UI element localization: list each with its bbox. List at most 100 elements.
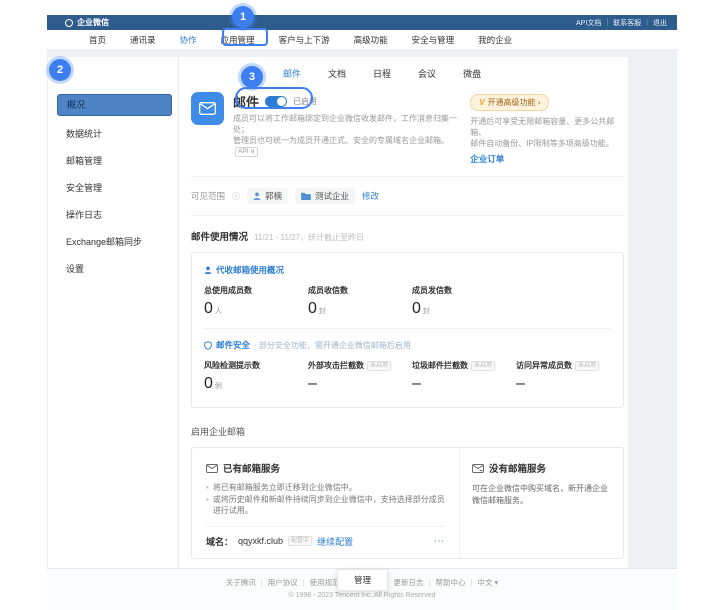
wework-logo[interactable]: 企业微信 [65, 17, 109, 28]
annotation-box-collaboration [222, 28, 268, 46]
stat-unit: 封 [319, 308, 326, 315]
sidebar: 概况 数据统计 邮箱管理 安全管理 操作日志 Exchange邮箱同步 设置 [48, 57, 178, 568]
nav-home[interactable]: 首页 [89, 34, 106, 46]
stat-value: 0 [204, 375, 213, 392]
department-name: 测试企业 [315, 190, 349, 202]
tab-calendar[interactable]: 日程 [373, 67, 391, 80]
stat-value: – [516, 375, 525, 392]
no-mailbox-panel: 没有邮箱服务 可在企业微信中购买域名，新开通企业微信邮箱服务。 [460, 448, 623, 558]
sidebar-item-statistics[interactable]: 数据统计 [48, 121, 178, 148]
stat-label: 成员收信数 [308, 285, 348, 296]
member-chip: 郭楠 [247, 188, 288, 204]
bullet-text: 将已有邮箱服务立即迁移到企业微信中。 [213, 482, 357, 494]
stat-abnormal-access: 访问异常成员数未启用 – [516, 360, 611, 393]
collect-usage-header: 代收邮箱使用概况 [204, 264, 611, 276]
logo-text: 企业微信 [77, 17, 109, 28]
contact-support-link[interactable]: 联系客服 [613, 18, 641, 28]
vip-icon: V [479, 98, 484, 107]
stat-value: 0 [308, 300, 317, 317]
footer-link-help[interactable]: 帮助中心 [435, 577, 472, 588]
nav-customers[interactable]: 客户与上下游 [279, 34, 330, 46]
usage-stats-card: 代收邮箱使用概况 总使用成员数 0人 成员收信数 0封 [191, 252, 624, 408]
sidebar-item-operation-log[interactable]: 操作日志 [48, 202, 178, 229]
footer-link-changelog[interactable]: 更新日志 [394, 577, 431, 588]
bullet-dot: • [206, 494, 209, 517]
premium-desc-line1: 开通后可享受无限邮箱容量、更多公共邮箱、 [470, 117, 614, 137]
tab-drive[interactable]: 微盘 [463, 67, 481, 80]
sidebar-item-exchange-sync[interactable]: Exchange邮箱同步 [48, 229, 178, 256]
domain-label: 域名： [206, 535, 233, 548]
main-panel: 概况 数据统计 邮箱管理 安全管理 操作日志 Exchange邮箱同步 设置 邮… [48, 57, 628, 568]
footer-link-language[interactable]: 中文 ▾ [477, 577, 498, 588]
stat-value: 0 [204, 300, 213, 317]
tab-mail[interactable]: 邮件 [283, 67, 301, 80]
department-chip: 测试企业 [295, 188, 355, 204]
footer-link-agreement[interactable]: 用户协议 [268, 577, 305, 588]
divider [204, 328, 611, 329]
mail-security-header: 邮件安全 · 部分安全功能，需开通企业微信邮箱后启用 [204, 339, 611, 351]
no-mailbox-icon [472, 464, 484, 473]
mail-security-title: 邮件安全 [216, 339, 250, 351]
premium-desc-line2: 邮件自动备份、IP限制等多项高级功能。 [470, 139, 614, 148]
collect-stats-row: 总使用成员数 0人 成员收信数 0封 成员发信数 0封 [204, 285, 611, 318]
premium-promo: V 开通高级功能 › 开通后可享受无限邮箱容量、更多公共邮箱、 邮件自动备份、I… [470, 92, 624, 165]
manage-popup-item[interactable]: 管理 [337, 569, 388, 591]
no-mailbox-description: 可在企业微信中购买域名，新开通企业微信邮箱服务。 [472, 483, 611, 506]
info-icon[interactable]: ⓘ [232, 191, 240, 202]
premium-badge-label: 开通高级功能 › [488, 97, 541, 108]
stat-total-members: 总使用成员数 0人 [204, 285, 308, 318]
logout-link[interactable]: 退出 [653, 18, 667, 28]
edit-visible-range-link[interactable]: 修改 [362, 190, 379, 202]
stat-sent-mails: 成员发信数 0封 [412, 285, 611, 318]
topbar: 企业微信 API文档| 联系客服| 退出 [47, 15, 677, 30]
premium-upgrade-button[interactable]: V 开通高级功能 › [470, 94, 549, 111]
tab-meeting[interactable]: 会议 [418, 67, 436, 80]
sidebar-item-mailbox-management[interactable]: 邮箱管理 [48, 148, 178, 175]
api-dropdown-badge[interactable]: API ∨ [235, 147, 258, 157]
existing-mailbox-title: 已有邮箱服务 [223, 461, 280, 475]
more-options-button[interactable]: ⋯ [434, 536, 445, 547]
enterprise-order-link[interactable]: 企业订单 [470, 153, 624, 165]
stat-value: – [412, 375, 421, 392]
module-desc-line1: 成员可以将工作邮箱绑定到企业微信收发邮件，工作消息归集一处； [233, 114, 457, 134]
module-description: 成员可以将工作邮箱绑定到企业微信收发邮件，工作消息归集一处； 管理员也可统一为成… [233, 113, 458, 157]
stat-label: 成员发信数 [412, 285, 452, 296]
sidebar-item-overview[interactable]: 概况 [57, 94, 172, 116]
tab-docs[interactable]: 文档 [328, 67, 346, 80]
domain-row: 域名： qqyxkf.club 配置中 继续配置 ⋯ [206, 535, 445, 548]
stat-unit: 例 [215, 383, 222, 390]
nav-collaboration[interactable]: 协作 [180, 34, 197, 46]
stat-spam-blocked: 垃圾邮件拦截数未启用 – [412, 360, 516, 393]
divider [206, 526, 445, 527]
stat-label: 访问异常成员数 [516, 360, 572, 371]
content: 邮件 文档 日程 会议 微盘 [178, 57, 628, 568]
body-area: 概况 数据统计 邮箱管理 安全管理 操作日志 Exchange邮箱同步 设置 邮… [47, 49, 677, 568]
visible-range-label: 可见范围 [191, 190, 225, 202]
separator: | [646, 19, 648, 26]
nav-contacts[interactable]: 通讯录 [130, 34, 156, 46]
person-icon [204, 266, 212, 274]
stat-value: 0 [412, 300, 421, 317]
stat-unit: 人 [215, 308, 222, 315]
continue-config-link[interactable]: 继续配置 [317, 535, 353, 548]
stat-value: – [308, 375, 317, 392]
topbar-links: API文档| 联系客服| 退出 [576, 18, 667, 28]
nav-my-company[interactable]: 我的企业 [478, 34, 512, 46]
domain-status-badge: 配置中 [288, 536, 312, 546]
existing-mailbox-bullets: •将已有邮箱服务立即迁移到企业微信中。 •或将历史邮件和新邮件持续同步到企业微信… [206, 482, 445, 517]
mail-app-icon [191, 92, 224, 125]
footer-link-about[interactable]: 关于腾讯 [226, 577, 263, 588]
api-docs-link[interactable]: API文档 [576, 18, 601, 28]
stat-label: 总使用成员数 [204, 285, 252, 296]
nav-advanced[interactable]: 高级功能 [354, 34, 388, 46]
sidebar-item-settings[interactable]: 设置 [48, 256, 178, 283]
nav-security[interactable]: 安全与管理 [412, 34, 455, 46]
person-icon [253, 192, 261, 200]
collect-usage-title: 代收邮箱使用概况 [216, 264, 284, 276]
mailbox-service-card: 已有邮箱服务 •将已有邮箱服务立即迁移到企业微信中。 •或将历史邮件和新邮件持续… [191, 447, 624, 559]
usage-period: 11/21 - 11/27，统计截止至昨日 [254, 232, 364, 243]
stat-received-mails: 成员收信数 0封 [308, 285, 412, 318]
annotation-step-2: 2 [49, 59, 71, 81]
stat-label: 风险检测提示数 [204, 360, 260, 371]
sidebar-item-security-management[interactable]: 安全管理 [48, 175, 178, 202]
